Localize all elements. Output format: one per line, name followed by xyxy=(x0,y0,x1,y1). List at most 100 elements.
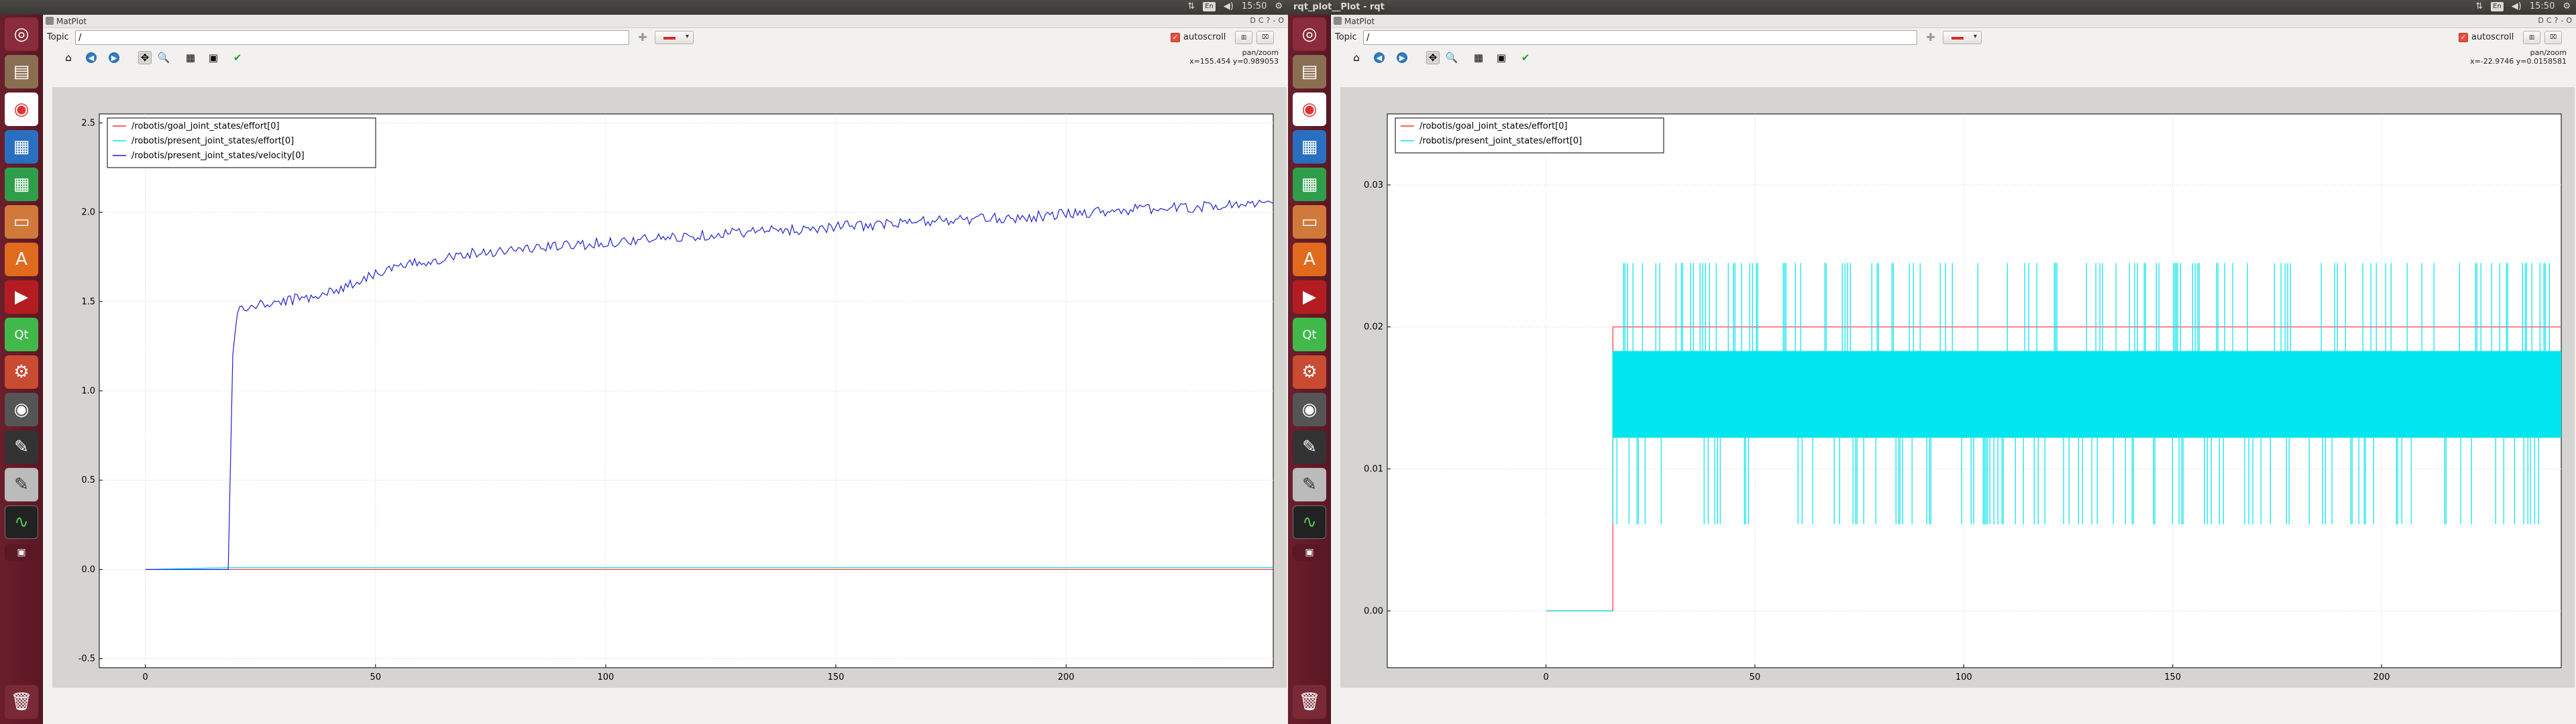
pan-icon[interactable]: ✥ xyxy=(138,51,152,64)
right-screen: rqt_plot__Plot - rqt ⇅ En ◀) 15:50 ⚙ ◎ ▤… xyxy=(1288,0,2576,724)
edit-curves-icon[interactable]: ✔ xyxy=(1519,51,1532,64)
legend-label: /robotis/present_joint_states/velocity[0… xyxy=(131,151,305,161)
remove-topic-button[interactable]: ▾ xyxy=(655,31,694,44)
chrome-icon[interactable]: ◉ xyxy=(1293,93,1326,126)
plot-canvas[interactable]: 0 50 100 150 200 -0.5 0.0 0.5 1.0 1.5 2.0 2.5/robot… xyxy=(52,87,1287,688)
clock[interactable]: 15:50 xyxy=(1242,1,1267,11)
volume-icon[interactable]: ◀) xyxy=(2512,1,2522,11)
y-tick-label: 0.5 xyxy=(81,475,95,485)
window-title: rqt_plot__Plot - rqt xyxy=(1293,2,1385,12)
camera-icon[interactable]: ◉ xyxy=(1293,393,1326,426)
volume-icon[interactable]: ◀) xyxy=(1224,1,1234,11)
clear-button[interactable]: ⌧ xyxy=(1256,31,1274,44)
qt-creator-icon[interactable]: Qt xyxy=(5,318,38,351)
add-topic-button[interactable]: ✚ xyxy=(636,31,649,44)
plot-svg[interactable]: 0 50 100 150 200 -0.5 0.0 0.5 1.0 1.5 2.0 2.5/robot… xyxy=(52,87,1287,688)
back-icon[interactable]: ◀ xyxy=(86,52,97,63)
gear-icon[interactable]: ⚙ xyxy=(1275,1,1283,11)
config-button[interactable]: C xyxy=(1258,16,1264,25)
text-editor-icon[interactable]: ✎ xyxy=(5,468,38,501)
trash-icon[interactable]: 🗑 xyxy=(1293,685,1326,719)
home-icon[interactable]: ⌂ xyxy=(1350,51,1363,64)
gimp-icon[interactable]: ✎ xyxy=(5,430,38,464)
keyboard-layout-indicator[interactable]: En xyxy=(1203,1,1216,11)
settings-gear-icon[interactable]: ⚙ xyxy=(5,355,38,389)
pause-button[interactable]: ▥ xyxy=(2523,31,2540,44)
zoom-icon[interactable]: 🔍 xyxy=(1445,51,1458,64)
autoscroll-checkbox[interactable]: ✓ xyxy=(1171,32,1180,42)
save-icon[interactable]: ▣ xyxy=(207,51,220,64)
autoscroll-toggle[interactable]: ✓ autoscroll xyxy=(2459,32,2514,42)
files-icon[interactable]: ▤ xyxy=(5,55,38,88)
workspace-switcher-icon[interactable]: ▣ xyxy=(5,544,38,560)
writer-icon[interactable]: ▦ xyxy=(5,130,38,164)
calc-icon[interactable]: ▦ xyxy=(1293,168,1326,201)
add-topic-button[interactable]: ✚ xyxy=(1924,31,1937,44)
qt-creator-icon[interactable]: Qt xyxy=(1293,318,1326,351)
plugin-controls: D C ? - O xyxy=(2538,16,2572,25)
system-monitor-icon[interactable]: ∿ xyxy=(1293,505,1326,539)
dock-button[interactable]: D xyxy=(2538,16,2543,25)
pause-button[interactable]: ▥ xyxy=(1235,31,1252,44)
minimize-button[interactable]: - xyxy=(1273,16,1275,25)
network-icon[interactable]: ⇅ xyxy=(2475,1,2483,11)
system-monitor-icon[interactable]: ∿ xyxy=(5,505,38,539)
gimp-icon[interactable]: ✎ xyxy=(1293,430,1326,464)
dock-button[interactable]: D xyxy=(1250,16,1255,25)
x-tick-label: 150 xyxy=(828,672,845,682)
topic-input[interactable] xyxy=(75,30,629,45)
software-center-icon[interactable]: A xyxy=(5,243,38,276)
workspace-switcher-icon[interactable]: ▣ xyxy=(1293,544,1326,560)
plot-canvas[interactable]: 0 50 100 150 200 0.00 0.01 0.02 0.03/robotis/goa… xyxy=(1340,87,2575,688)
impress-icon[interactable]: ▭ xyxy=(5,205,38,239)
network-icon[interactable]: ⇅ xyxy=(1187,1,1195,11)
camera-icon[interactable]: ◉ xyxy=(5,393,38,426)
zoom-icon[interactable]: 🔍 xyxy=(157,51,170,64)
minimize-button[interactable]: - xyxy=(2561,16,2563,25)
save-icon[interactable]: ▣ xyxy=(1495,51,1508,64)
close-button[interactable]: O xyxy=(1278,16,1284,25)
close-button[interactable]: O xyxy=(2566,16,2572,25)
chrome-icon[interactable]: ◉ xyxy=(5,93,38,126)
plot-svg[interactable]: 0 50 100 150 200 0.00 0.01 0.02 0.03/robotis/goa… xyxy=(1340,87,2575,688)
calc-icon[interactable]: ▦ xyxy=(5,168,38,201)
writer-icon[interactable]: ▦ xyxy=(1293,130,1326,164)
clock[interactable]: 15:50 xyxy=(2530,1,2555,11)
forward-icon[interactable]: ▶ xyxy=(109,52,119,63)
topic-input[interactable] xyxy=(1363,30,1917,45)
config-button[interactable]: C xyxy=(2546,16,2552,25)
dash-home-icon[interactable]: ◎ xyxy=(5,17,38,51)
autoscroll-label: autoscroll xyxy=(2471,32,2514,42)
back-icon[interactable]: ◀ xyxy=(1374,52,1385,63)
terminal-icon[interactable]: ▶ xyxy=(5,280,38,314)
autoscroll-checkbox[interactable]: ✓ xyxy=(2459,32,2468,42)
gear-icon[interactable]: ⚙ xyxy=(2563,1,2571,11)
system-tray: ⇅ En ◀) 15:50 ⚙ xyxy=(2475,1,2571,11)
forward-icon[interactable]: ▶ xyxy=(1397,52,1407,63)
files-icon[interactable]: ▤ xyxy=(1293,55,1326,88)
dash-home-icon[interactable]: ◎ xyxy=(1293,17,1326,51)
plot-icon xyxy=(1334,17,1342,25)
plugin-titlebar: MatPlot D C ? - O xyxy=(1331,15,2576,28)
x-tick-label: 0 xyxy=(142,672,148,682)
home-icon[interactable]: ⌂ xyxy=(62,51,75,64)
software-center-icon[interactable]: A xyxy=(1293,243,1326,276)
impress-icon[interactable]: ▭ xyxy=(1293,205,1326,239)
topic-label: Topic xyxy=(47,32,69,42)
help-button[interactable]: ? xyxy=(2555,16,2559,25)
subplots-icon[interactable]: ▦ xyxy=(184,51,197,64)
trash-icon[interactable]: 🗑 xyxy=(5,685,38,719)
remove-topic-button[interactable]: ▾ xyxy=(1943,31,1982,44)
subplots-icon[interactable]: ▦ xyxy=(1472,51,1485,64)
help-button[interactable]: ? xyxy=(1267,16,1271,25)
chevron-down-icon: ▾ xyxy=(1973,33,1977,40)
settings-gear-icon[interactable]: ⚙ xyxy=(1293,355,1326,389)
keyboard-layout-indicator[interactable]: En xyxy=(2491,1,2504,11)
edit-curves-icon[interactable]: ✔ xyxy=(231,51,244,64)
pan-icon[interactable]: ✥ xyxy=(1426,51,1440,64)
autoscroll-toggle[interactable]: ✓ autoscroll xyxy=(1171,32,1226,42)
terminal-icon[interactable]: ▶ xyxy=(1293,280,1326,314)
text-editor-icon[interactable]: ✎ xyxy=(1293,468,1326,501)
topic-label: Topic xyxy=(1335,32,1357,42)
clear-button[interactable]: ⌧ xyxy=(2544,31,2562,44)
